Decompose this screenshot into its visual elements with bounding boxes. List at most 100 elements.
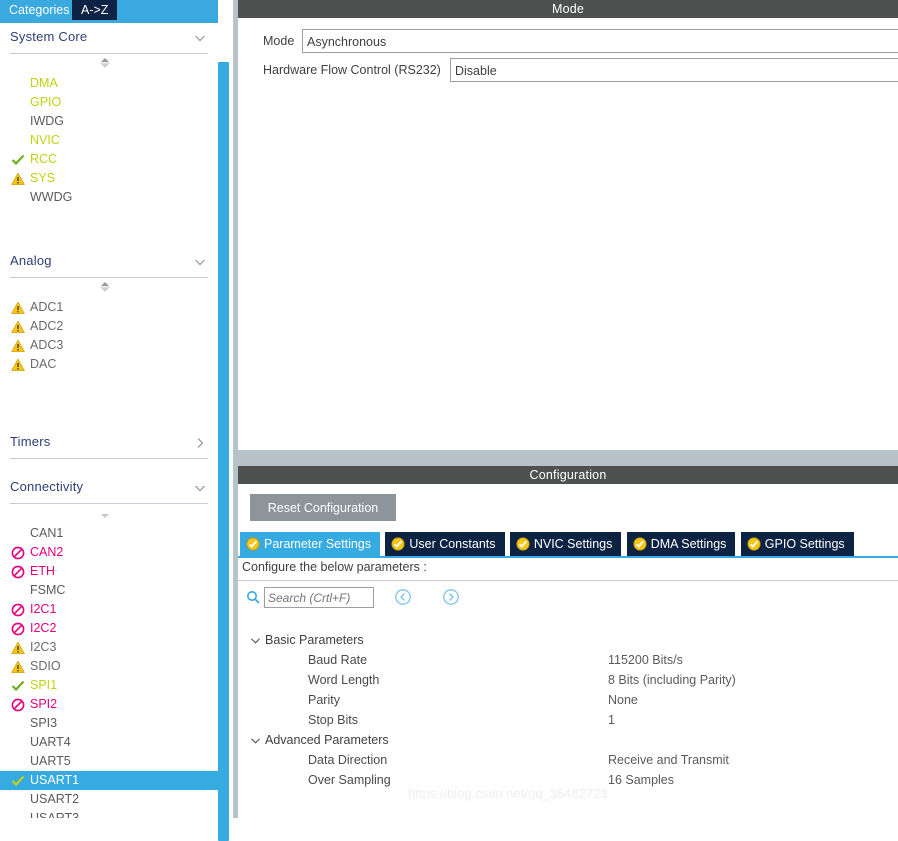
peripheral-item-adc3[interactable]: ADC3 — [0, 336, 218, 355]
check-circle-icon — [633, 537, 647, 551]
mode-row: Mode Asynchronous — [238, 28, 898, 57]
peripheral-item-iwdg[interactable]: IWDG — [0, 112, 218, 131]
connectivity-scroll-spinner[interactable] — [0, 504, 218, 524]
peripheral-label: SDIO — [30, 659, 61, 673]
mode-select[interactable]: Asynchronous — [302, 29, 898, 53]
tab-nvic-settings[interactable]: NVIC Settings — [509, 532, 622, 556]
chevron-down-icon — [194, 32, 206, 44]
peripheral-item-spi2[interactable]: SPI2 — [0, 695, 218, 714]
peripheral-item-i2c2[interactable]: I2C2 — [0, 619, 218, 638]
spacer-after-system-core — [0, 207, 218, 247]
peripheral-item-nvic[interactable]: NVIC — [0, 131, 218, 150]
parameter-value[interactable]: None — [608, 690, 638, 710]
peripheral-label: I2C2 — [30, 621, 57, 635]
tree-group-advanced-parameters[interactable]: Advanced Parameters — [238, 730, 898, 750]
chevron-down-icon — [194, 256, 206, 268]
parameter-row-parity[interactable]: Parity None — [238, 690, 898, 710]
peripheral-label: IWDG — [30, 114, 65, 128]
sidebar-scrollbar-thumb[interactable] — [218, 62, 229, 841]
parameter-row-baud-rate[interactable]: Baud Rate 115200 Bits/s — [238, 650, 898, 670]
parameter-value[interactable]: Receive and Transmit — [608, 750, 729, 770]
mode-panel-body: Mode Asynchronous Hardware Flow Control … — [238, 18, 898, 86]
tab-a-to-z[interactable]: A->Z — [72, 0, 118, 20]
configuration-panel: Configuration Reset Configuration Parame… — [238, 466, 898, 804]
peripheral-item-usart3[interactable]: USART3 — [0, 809, 218, 818]
configuration-tabbar: Parameter Settings User Constants NVIC S… — [240, 532, 856, 556]
sidebar-scroll-body: System Core DMA GPIO IWDG NVIC RCC SYS W… — [0, 23, 218, 818]
peripheral-item-usart2[interactable]: USART2 — [0, 790, 218, 809]
section-title-connectivity: Connectivity — [10, 479, 84, 494]
tab-gpio-settings[interactable]: GPIO Settings — [740, 532, 854, 556]
peripheral-label: USART3 — [30, 811, 80, 818]
search-icon — [246, 590, 260, 604]
section-header-timers[interactable]: Timers — [10, 428, 208, 459]
peripheral-item-can1[interactable]: CAN1 — [0, 524, 218, 543]
search-input-wrapper[interactable] — [264, 587, 374, 608]
peripheral-label: SYS — [30, 171, 56, 185]
sidebar-scrollbar[interactable] — [218, 23, 229, 841]
parameter-row-data-direction[interactable]: Data Direction Receive and Transmit — [238, 750, 898, 770]
hardware-flow-control-select[interactable]: Disable — [450, 58, 898, 82]
tab-user-constants[interactable]: User Constants — [385, 532, 505, 556]
check-icon — [11, 774, 25, 788]
section-title-timers: Timers — [10, 434, 51, 449]
tab-categories[interactable]: Categories — [0, 0, 79, 20]
peripheral-item-rcc[interactable]: RCC — [0, 150, 218, 169]
peripheral-label: ADC3 — [30, 338, 64, 352]
section-header-system-core[interactable]: System Core — [10, 23, 208, 54]
peripheral-item-sdio[interactable]: SDIO — [0, 657, 218, 676]
chevron-down-icon — [194, 482, 206, 494]
peripheral-item-uart4[interactable]: UART4 — [0, 733, 218, 752]
parameter-value[interactable]: 115200 Bits/s — [608, 650, 683, 670]
peripheral-label: I2C1 — [30, 602, 57, 616]
peripheral-item-spi3[interactable]: SPI3 — [0, 714, 218, 733]
reset-configuration-button[interactable]: Reset Configuration — [250, 494, 396, 521]
blocked-icon — [11, 546, 25, 560]
system-core-scroll-spinner[interactable] — [0, 54, 218, 74]
peripheral-item-fsmc[interactable]: FSMC — [0, 581, 218, 600]
peripheral-item-gpio[interactable]: GPIO — [0, 93, 218, 112]
watermark-text: https://blog.csdn.net/qq_36482723 — [408, 786, 608, 801]
chevron-down-icon — [250, 735, 261, 746]
peripheral-item-spi1[interactable]: SPI1 — [0, 676, 218, 695]
warning-icon — [11, 320, 25, 334]
arrow-right-circle-icon[interactable] — [442, 588, 460, 606]
tree-group-basic-parameters[interactable]: Basic Parameters — [238, 630, 898, 650]
peripheral-item-adc2[interactable]: ADC2 — [0, 317, 218, 336]
sidebar-tabbar: Categories A->Z — [0, 0, 218, 20]
peripheral-item-dma[interactable]: DMA — [0, 74, 218, 93]
peripheral-item-uart5[interactable]: UART5 — [0, 752, 218, 771]
peripheral-label: DAC — [30, 357, 57, 371]
peripheral-item-adc1[interactable]: ADC1 — [0, 298, 218, 317]
parameter-value[interactable]: 8 Bits (including Parity) — [608, 670, 736, 690]
warning-icon — [11, 660, 25, 674]
search-input[interactable] — [265, 588, 373, 607]
warning-icon — [11, 339, 25, 353]
peripheral-item-i2c1[interactable]: I2C1 — [0, 600, 218, 619]
updown-arrow-icon — [98, 56, 112, 70]
parameter-value[interactable]: 1 — [608, 710, 615, 730]
panel-splitter[interactable] — [238, 450, 898, 466]
peripheral-item-can2[interactable]: CAN2 — [0, 543, 218, 562]
section-header-connectivity[interactable]: Connectivity — [10, 473, 208, 504]
analog-scroll-spinner[interactable] — [0, 278, 218, 298]
section-header-analog[interactable]: Analog — [10, 247, 208, 278]
peripheral-item-i2c3[interactable]: I2C3 — [0, 638, 218, 657]
peripheral-item-usart1[interactable]: USART1 — [0, 771, 218, 790]
tab-parameter-settings[interactable]: Parameter Settings — [240, 532, 380, 556]
parameter-name: Word Length — [308, 673, 380, 687]
updown-arrow-icon — [98, 280, 112, 294]
peripheral-item-sys[interactable]: SYS — [0, 169, 218, 188]
tab-dma-settings[interactable]: DMA Settings — [626, 532, 736, 556]
peripheral-item-wwdg[interactable]: WWDG — [0, 188, 218, 207]
parameter-value[interactable]: 16 Samples — [608, 770, 674, 790]
parameter-row-word-length[interactable]: Word Length 8 Bits (including Parity) — [238, 670, 898, 690]
peripheral-item-dac[interactable]: DAC — [0, 355, 218, 374]
peripheral-label: DMA — [30, 76, 58, 90]
arrow-left-circle-icon[interactable] — [394, 588, 412, 606]
peripheral-label: ETH — [30, 564, 55, 578]
parameter-row-stop-bits[interactable]: Stop Bits 1 — [238, 710, 898, 730]
check-circle-icon — [747, 537, 761, 551]
peripheral-item-eth[interactable]: ETH — [0, 562, 218, 581]
parameter-name: Data Direction — [308, 753, 388, 767]
